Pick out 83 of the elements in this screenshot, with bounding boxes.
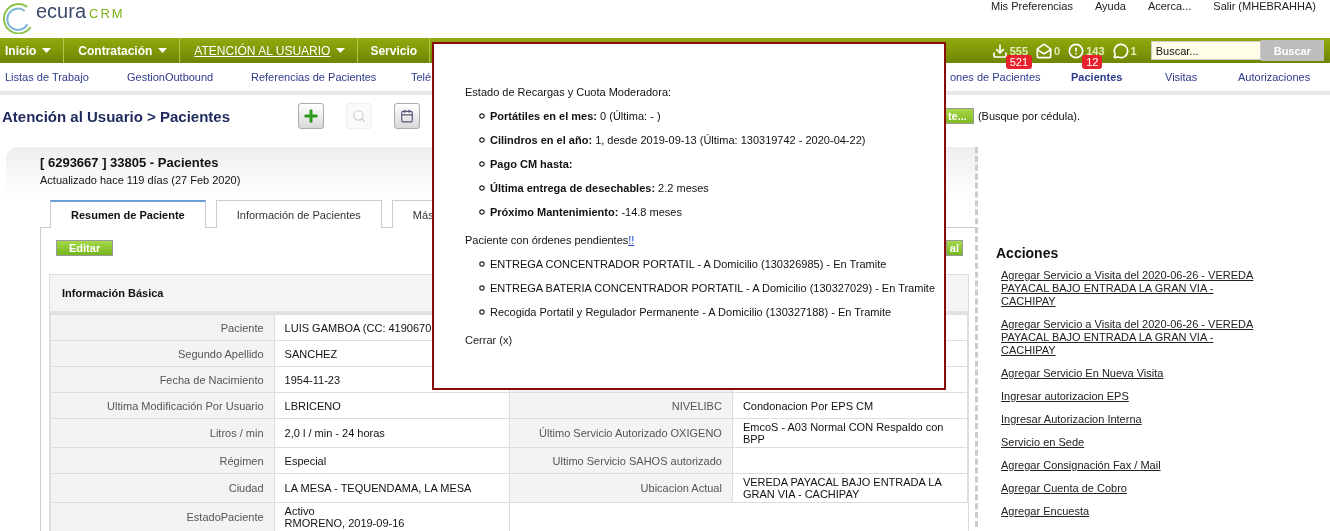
subnav-link[interactable]: Pacientes — [1071, 71, 1123, 83]
add-button[interactable] — [298, 103, 324, 129]
field-label: EstadoPaciente — [50, 502, 275, 531]
field-value: VEREDA PAYACAL BAJO ENTRADA LA GRAN VIA - CACHIPAY — [732, 473, 968, 503]
notification-badge: 521 — [1005, 54, 1033, 69]
field-value: LBRICENO — [274, 392, 510, 419]
subnav-link[interactable]: Visitas — [1165, 71, 1198, 83]
action-link[interactable]: Agregar Servicio En Nueva Visita — [1001, 367, 1256, 380]
counter-value: 1 — [1130, 44, 1137, 57]
action-link[interactable]: Ingresar autorizacion EPS — [1001, 390, 1256, 403]
header-link[interactable]: Ayuda — [1094, 0, 1126, 12]
subnav-link[interactable]: Listas de Trabajo — [5, 71, 89, 83]
subnav-link[interactable]: Referencias de Pacientes — [251, 71, 377, 83]
search-icon — [352, 109, 366, 123]
alert-icon[interactable] — [1068, 42, 1085, 59]
actions-title: Acciones — [996, 245, 1060, 261]
stat-text: Pago CM hasta: — [490, 158, 573, 170]
field-value: EmcoS - A03 Normal CON Respaldo con BPP — [732, 418, 968, 448]
field-label: Ultimo Servicio SAHOS autorizado — [509, 447, 733, 474]
field-label: Último Servicio Autorizado OXIGENO — [509, 418, 733, 448]
subnav-link[interactable]: ones de Pacientes — [950, 71, 1041, 83]
action-link[interactable]: Agregar Encuesta — [1001, 505, 1256, 518]
field-label: Ultima Modificación Por Usuario — [50, 392, 275, 419]
bullet-icon — [479, 261, 485, 267]
action-link[interactable]: Ingresar Autorizacion Interna — [1001, 413, 1256, 426]
tab[interactable]: Resumen de Paciente — [50, 200, 206, 228]
field-label: Régimen — [50, 447, 275, 474]
subnav-link[interactable]: Telé — [411, 71, 432, 83]
logo-text: ecura — [36, 0, 87, 23]
tab[interactable]: Información de Pacientes — [215, 200, 382, 228]
action-link[interactable]: Servicio en Sede — [1001, 436, 1256, 449]
header-link[interactable]: Salir (MHEBRAHHA) — [1213, 0, 1316, 12]
bullet-icon — [479, 113, 485, 119]
counter-value: 0 — [1054, 44, 1061, 57]
action-link[interactable]: Agregar Consignación Fax / Mail — [1001, 459, 1256, 472]
logo-suffix: CRM — [89, 6, 125, 21]
header-link[interactable]: Mis Preferencias — [991, 0, 1073, 12]
counter-value: 143 — [1086, 44, 1105, 57]
order-item: ENTREGA BATERIA CONCENTRADOR PORTATIL - A Domicilio (130327029) - En Tramite — [490, 282, 935, 294]
header-link[interactable]: Acerca... — [1147, 0, 1192, 12]
bullet-icon — [479, 209, 485, 215]
field-label: Ubicacion Actual — [509, 473, 733, 503]
add-icon — [302, 107, 320, 125]
field-value: Condonacion Por EPS CM — [732, 392, 968, 419]
stat-text: Última entrega de desechables: 2.2 meses — [490, 182, 709, 194]
field-label: Litros / min — [50, 418, 275, 448]
subnav-link[interactable]: GestionOutbound — [127, 71, 214, 83]
page-title: Atención al Usuario > Pacientes — [2, 107, 231, 125]
chat-icon[interactable] — [1112, 42, 1129, 59]
popup-heading: Estado de Recargas y Cuota Moderadora: — [465, 86, 673, 98]
stat-text: Cilindros en el año: 1, desde 2019-09-13 (Última: 130319742 - 2020-04-22) — [490, 134, 866, 146]
subnav-link[interactable]: Autorizaciones — [1238, 71, 1311, 83]
action-link[interactable]: Agregar Servicio a Visita del 2020-06-26 - VEREDA PAYACAL BAJO ENTRADA LA GRAN VIA - CACHIPAY — [1001, 318, 1256, 357]
field-value: 2,0 l / min - 24 horas — [274, 418, 510, 448]
bullet-icon — [479, 185, 485, 191]
field-label: Segundo Apellido — [50, 340, 275, 367]
action-link[interactable]: Agregar Cuenta de Cobro — [1001, 482, 1256, 495]
field-label: Paciente — [50, 314, 275, 341]
field-label: Ciudad — [50, 473, 275, 503]
calendar-button[interactable] — [394, 103, 420, 129]
logo-swirl-icon — [0, 0, 34, 34]
envelope-icon[interactable] — [1036, 42, 1053, 59]
bullet-icon — [479, 309, 485, 315]
calendar-icon — [400, 109, 414, 123]
field-label: Fecha de Nacimiento — [50, 366, 275, 393]
bullet-icon — [479, 161, 485, 167]
action-link[interactable]: Agregar Servicio a Visita del 2020-06-26 - VEREDA PAYACAL BAJO ENTRADA LA GRAN VIA - CACHIPAY — [1001, 269, 1256, 308]
field-value: Especial — [274, 447, 510, 474]
stat-text: Portátiles en el mes: 0 (Última: - ) — [490, 110, 661, 122]
bullet-icon — [479, 137, 485, 143]
orders-heading: Paciente con órdenes pendientes!! — [465, 234, 636, 246]
notification-badge: 12 — [1082, 54, 1103, 69]
search-hint: (Busque por cédula). — [977, 110, 1080, 122]
order-item: ENTREGA CONCENTRADOR PORTATIL - A Domicilio (130326985) - En Tramite — [490, 258, 887, 270]
download-icon[interactable] — [991, 42, 1008, 59]
bullet-icon — [479, 285, 485, 291]
field-label: NIVELIBC — [509, 392, 733, 419]
field-value: LA MESA - TEQUENDAMA, LA MESA — [274, 473, 510, 503]
updated-text: Actualizado hace 119 días (27 Feb 2020) — [40, 174, 241, 186]
patient-title: [ 6293667 ] 33805 - Pacientes — [40, 155, 219, 170]
stat-text: Próximo Mantenimiento: -14.8 meses — [490, 206, 682, 218]
counter-value: 555 — [1009, 44, 1029, 57]
search-field[interactable]: Buscar... — [1150, 41, 1261, 60]
